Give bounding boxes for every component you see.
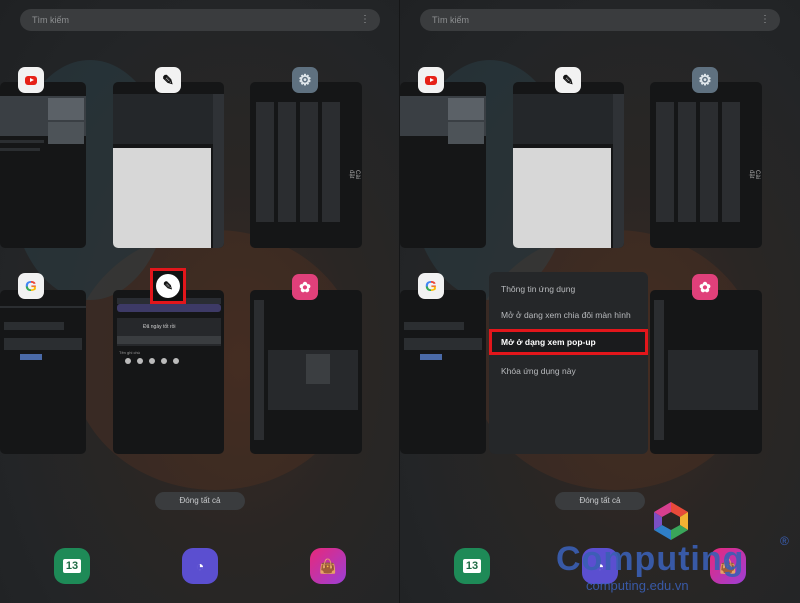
menu-item-lock-app[interactable]: Khóa ứng dụng này [501,366,576,376]
youtube-icon[interactable] [18,67,44,93]
watermark-brand: Computing [556,540,745,578]
speedometer-icon[interactable]: ◔ [182,548,218,584]
menu-item-app-info[interactable]: Thông tin ứng dụng [501,284,575,294]
google-icon[interactable]: G [418,273,444,299]
calendar-icon[interactable]: 13 [454,548,490,584]
watermark-url: computing.edu.vn [586,578,689,593]
menu-item-popup-view-highlighted[interactable]: Mở ở dạng xem pop-up [489,329,648,355]
search-placeholder: Tìm kiếm [32,15,69,25]
app-card-google[interactable] [400,290,486,454]
menu-item-split-screen[interactable]: Mở ở dạng xem chia đôi màn hình [501,310,631,320]
search-bar[interactable]: Tìm kiếm ⋮ [420,9,780,31]
calendar-icon[interactable]: 13 [54,548,90,584]
settings-gear-icon[interactable]: ⚙ [692,67,718,93]
watermark-registered: ® [780,534,789,548]
google-icon[interactable]: G [18,273,44,299]
notes-app-icon-highlighted[interactable]: ✎ [150,268,186,304]
recents-panel-left: Tìm kiếm ⋮ ✎ Cài đặt ⚙ G Đã ngày tốt rồi… [0,0,400,603]
gallery-flower-icon[interactable]: ✿ [292,274,318,300]
app-card-sketch[interactable] [113,82,224,248]
menu-item-popup-view-label: Mở ở dạng xem pop-up [501,337,596,347]
app-card-settings[interactable]: Cài đặt [650,82,762,248]
app-card-google[interactable] [0,290,86,454]
calendar-day: 13 [62,559,82,573]
app-card-gallery[interactable] [250,290,362,454]
sketch-app-icon[interactable]: ✎ [555,67,581,93]
close-all-button[interactable]: Đóng tất cả [555,492,645,510]
more-options-icon[interactable]: ⋮ [360,9,370,31]
note-greeting: Đã ngày tốt rồi [143,324,176,330]
app-card-notes[interactable]: Đã ngày tốt rồi Tên ghi chú [113,290,224,454]
app-context-menu: Thông tin ứng dụng Mở ở dạng xem chia đô… [489,272,648,454]
calendar-day: 13 [462,559,482,573]
sketch-app-icon[interactable]: ✎ [155,67,181,93]
app-card-gallery[interactable] [650,290,762,454]
search-bar[interactable]: Tìm kiếm ⋮ [20,9,380,31]
shopping-bag-icon[interactable]: 👜 [310,548,346,584]
app-card-youtube[interactable] [400,82,486,248]
settings-card-text: Cài đặt [348,170,360,180]
screenshot: Tìm kiếm ⋮ ✎ Cài đặt ⚙ G Đã ngày tốt rồi… [0,0,800,603]
pencil-icon: ✎ [156,274,180,298]
close-all-button[interactable]: Đóng tất cả [155,492,245,510]
app-card-settings[interactable]: Cài đặt [250,82,362,248]
computing-logo-icon [654,502,688,540]
settings-card-text: Cài đặt [748,170,760,180]
app-card-sketch[interactable] [513,82,624,248]
youtube-icon[interactable] [418,67,444,93]
settings-gear-icon[interactable]: ⚙ [292,67,318,93]
gallery-flower-icon[interactable]: ✿ [692,274,718,300]
app-card-youtube[interactable] [0,82,86,248]
more-options-icon[interactable]: ⋮ [760,9,770,31]
search-placeholder: Tìm kiếm [432,15,469,25]
note-row-text: Tên ghi chú [119,350,140,355]
